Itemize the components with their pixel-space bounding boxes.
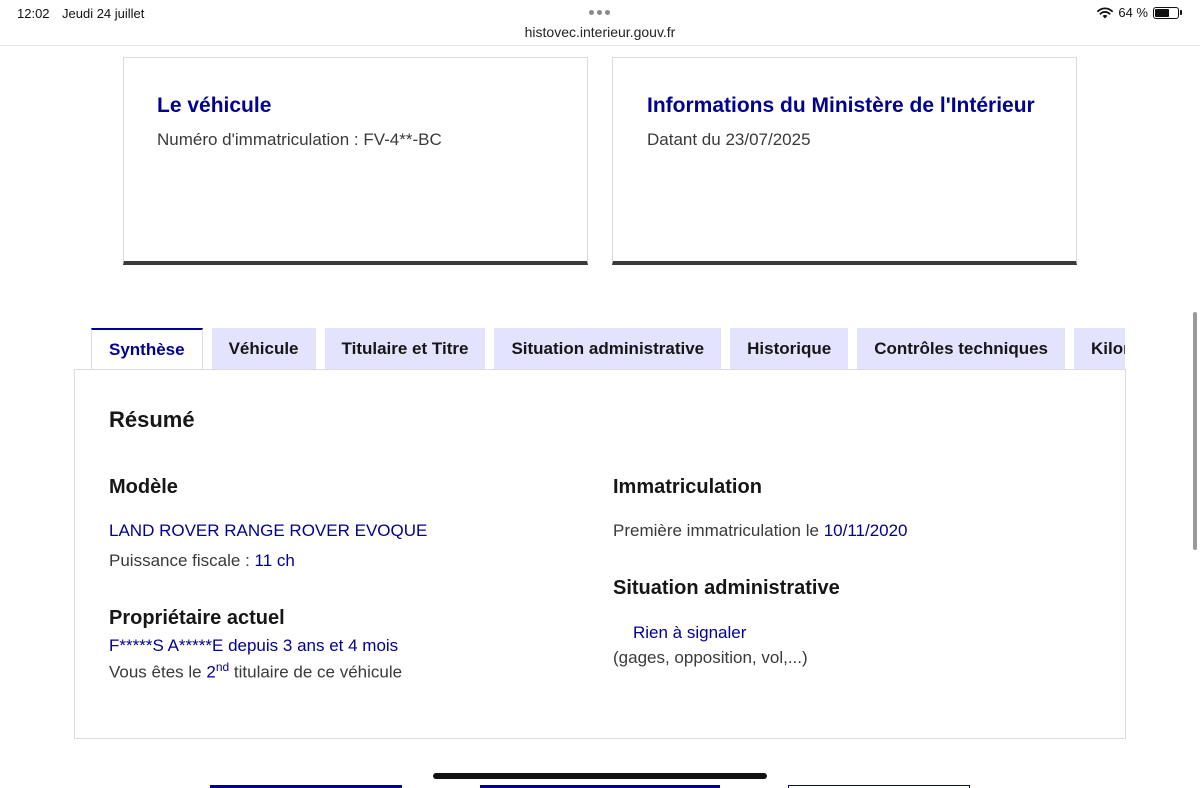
ministry-card: Informations du Ministère de l'Intérieur… <box>612 57 1077 265</box>
first-registration-date: 10/11/2020 <box>823 521 908 540</box>
owner-heading: Propriétaire actuel <box>109 607 285 629</box>
admin-status: Rien à signaler <box>633 623 747 642</box>
tab-kilometrage[interactable]: Kilométrage <box>1074 328 1125 370</box>
holder-rank-line: Vous êtes le 2nd titulaire de ce véhicul… <box>109 660 402 683</box>
home-indicator[interactable] <box>433 773 767 779</box>
model-heading: Modèle <box>109 476 178 498</box>
registration-heading: Immatriculation <box>613 476 762 498</box>
owner-since-value: 3 ans et 4 mois <box>282 636 399 655</box>
status-indicators: 64 % <box>1097 5 1182 20</box>
holder-prefix: Vous êtes le <box>109 662 207 682</box>
owner-since-label: depuis <box>223 636 283 655</box>
battery-percent: 64 % <box>1118 5 1148 20</box>
admin-heading: Situation administrative <box>613 577 840 599</box>
status-bar: 12:02 Jeudi 24 juillet histovec.interieu… <box>0 0 1200 46</box>
owner-name: F*****S A*****E <box>109 636 224 655</box>
holder-rank: 2 <box>206 662 216 682</box>
status-date: Jeudi 24 juillet <box>62 6 145 21</box>
data-date: Datant du 23/07/2025 <box>647 130 811 149</box>
registration-number: Numéro d'immatriculation : FV-4**-BC <box>157 130 442 149</box>
summary-title: Résumé <box>109 407 195 432</box>
battery-icon <box>1153 6 1179 19</box>
battery-tip <box>1180 10 1182 15</box>
owner-line: F*****S A*****E depuis 3 ans et 4 mois <box>109 636 398 656</box>
first-registration: Première immatriculation le 10/11/2020 <box>613 521 908 541</box>
status-time: 12:02 <box>17 6 50 21</box>
page-scrollbar[interactable] <box>1193 312 1197 550</box>
first-registration-label: Première immatriculation le <box>613 521 824 540</box>
ministry-card-title: Informations du Ministère de l'Intérieur <box>647 94 1035 117</box>
holder-suffix: titulaire de ce véhicule <box>229 662 403 682</box>
tab-vehicule[interactable]: Véhicule <box>211 328 316 370</box>
admin-detail: (gages, opposition, vol,...) <box>613 648 808 667</box>
wifi-icon <box>1097 6 1114 18</box>
multitasking-dots-icon[interactable] <box>589 10 610 15</box>
tab-historique[interactable]: Historique <box>730 328 849 370</box>
fiscal-power-value: 11 ch <box>254 551 295 570</box>
tab-controles-techniques[interactable]: Contrôles techniques <box>857 328 1066 370</box>
tab-titulaire-titre[interactable]: Titulaire et Titre <box>324 328 486 370</box>
vehicle-card-title: Le véhicule <box>157 94 272 117</box>
tab-situation-administrative[interactable]: Situation administrative <box>494 328 722 370</box>
fiscal-power: Puissance fiscale : 11 ch <box>109 551 295 571</box>
holder-rank-suffix: nd <box>215 660 230 674</box>
vehicle-card: Le véhicule Numéro d'immatriculation : F… <box>123 57 588 265</box>
fiscal-power-label: Puissance fiscale : <box>109 551 255 570</box>
synthese-panel: Résumé Modèle LAND ROVER RANGE ROVER EVO… <box>74 369 1126 739</box>
tab-synthese[interactable]: Synthèse <box>91 328 203 370</box>
tab-list: Synthèse Véhicule Titulaire et Titre Sit… <box>91 328 1125 370</box>
address-bar-url[interactable]: histovec.interieur.gouv.fr <box>0 24 1200 40</box>
model-name: LAND ROVER RANGE ROVER EVOQUE <box>109 521 428 540</box>
